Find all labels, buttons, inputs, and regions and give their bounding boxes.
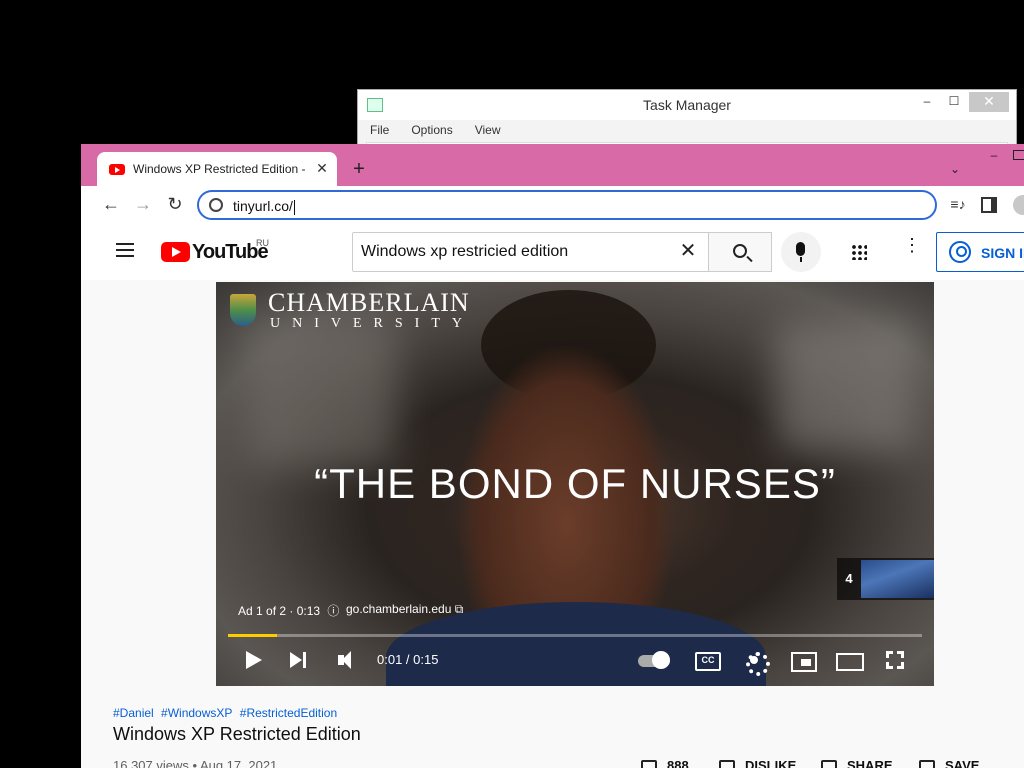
tab-title: Windows XP Restricted Edition - xyxy=(133,162,306,176)
menu-view[interactable]: View xyxy=(471,122,505,142)
menu-hamburger-icon[interactable] xyxy=(116,243,134,257)
window-maximize-button[interactable] xyxy=(1013,150,1024,160)
more-options-icon[interactable]: ⋮ xyxy=(903,236,921,262)
tab-close-icon[interactable]: ✕ xyxy=(313,159,331,177)
new-tab-button[interactable]: + xyxy=(347,158,371,182)
university-shield-icon xyxy=(230,294,256,326)
skip-countdown: 4 xyxy=(845,571,853,586)
youtube-favicon-icon xyxy=(109,164,125,175)
volume-icon[interactable] xyxy=(336,648,358,672)
close-button[interactable]: ✕ xyxy=(969,92,1009,112)
forward-button[interactable]: → xyxy=(131,193,155,217)
miniplayer-icon[interactable] xyxy=(790,648,817,672)
microphone-icon xyxy=(796,242,805,262)
ad-info-icon[interactable]: ⓘ xyxy=(327,604,339,618)
video-meta: 16,307 views • Aug 17, 2021 xyxy=(113,758,278,768)
tab-strip: Windows XP Restricted Edition - ✕ + ⌄ – xyxy=(81,144,1024,186)
hashtag-link[interactable]: #Daniel xyxy=(113,706,154,720)
save-button[interactable]: SAVE xyxy=(919,758,979,768)
video-player[interactable]: CHAMBERLAIN UNIVERSITY “THE BOND OF NURS… xyxy=(216,282,934,686)
back-button[interactable]: ← xyxy=(99,193,123,217)
apps-grid-icon[interactable] xyxy=(851,244,867,260)
next-video-thumbnail xyxy=(861,560,934,598)
next-button[interactable] xyxy=(288,648,310,672)
youtube-header: YouTube RU Windows xp restricied edition… xyxy=(81,224,1024,280)
play-button[interactable] xyxy=(244,648,264,672)
share-button[interactable]: SHARE xyxy=(821,758,893,768)
menu-file[interactable]: File xyxy=(366,122,393,142)
hashtag-link[interactable]: #WindowsXP xyxy=(161,706,232,720)
clear-search-icon[interactable]: ✕ xyxy=(677,240,699,262)
tab-search-icon[interactable]: ⌄ xyxy=(945,162,965,178)
browser-window: Windows XP Restricted Edition - ✕ + ⌄ – … xyxy=(81,144,1024,768)
search-input[interactable]: Windows xp restricied edition ✕ xyxy=(352,232,709,272)
profile-avatar-icon[interactable] xyxy=(1013,195,1024,215)
youtube-logo-icon xyxy=(161,242,190,262)
ad-info: Ad 1 of 2 · 0:13 ⓘ xyxy=(238,602,343,619)
theater-mode-icon[interactable] xyxy=(836,648,864,672)
maximize-button[interactable]: ☐ xyxy=(945,92,963,112)
share-icon xyxy=(821,759,837,768)
fullscreen-icon[interactable] xyxy=(885,648,907,672)
desktop: Task Manager – ☐ ✕ File Options View Win… xyxy=(0,0,1024,768)
video-title: Windows XP Restricted Edition xyxy=(113,724,361,744)
autoplay-toggle[interactable] xyxy=(638,648,672,672)
task-manager-menubar: File Options View xyxy=(366,122,505,142)
hashtag-link[interactable]: #RestrictedEdition xyxy=(240,706,337,720)
media-control-icon[interactable]: ≡♪ xyxy=(949,196,967,214)
background-light xyxy=(776,322,916,452)
sign-in-button[interactable]: SIGN IN xyxy=(936,232,1024,272)
address-text[interactable]: tinyurl.co/ xyxy=(233,198,295,215)
ad-brand-name: CHAMBERLAIN xyxy=(268,288,470,317)
reload-button[interactable]: ↻ xyxy=(163,193,187,217)
thumb-up-icon xyxy=(641,759,657,768)
sign-in-label: SIGN IN xyxy=(981,245,1024,261)
search-value[interactable]: Windows xp restricied edition xyxy=(361,243,568,261)
progress-fill xyxy=(228,634,277,637)
ad-brand-subtitle: UNIVERSITY xyxy=(270,316,474,331)
dislike-button[interactable]: DISLIKE xyxy=(719,758,796,768)
country-code: RU xyxy=(256,238,269,248)
browser-toolbar: ← → ↻ tinyurl.co/ ≡♪ xyxy=(81,186,1024,224)
skip-ad-preview[interactable]: 4 xyxy=(837,558,934,600)
ad-label: Ad 1 of 2 · 0:13 xyxy=(238,604,321,618)
side-panel-icon[interactable] xyxy=(981,197,997,213)
window-minimize-button[interactable]: – xyxy=(987,149,1001,162)
site-info-icon[interactable] xyxy=(209,198,223,212)
time-display: 0:01 / 0:15 xyxy=(377,652,439,667)
search-button[interactable] xyxy=(708,232,772,272)
voice-search-button[interactable] xyxy=(781,232,821,272)
menu-options[interactable]: Options xyxy=(407,122,456,142)
captions-icon[interactable] xyxy=(695,648,721,672)
settings-gear-icon[interactable] xyxy=(742,648,770,676)
account-icon xyxy=(949,241,971,263)
thumb-down-icon xyxy=(719,759,735,768)
background-light xyxy=(246,317,396,467)
text-caret xyxy=(293,199,295,215)
youtube-page: YouTube RU Windows xp restricied edition… xyxy=(81,224,1024,768)
tab-youtube[interactable]: Windows XP Restricted Edition - ✕ xyxy=(97,152,337,186)
task-manager-titlebar[interactable]: Task Manager – ☐ ✕ xyxy=(358,90,1016,120)
like-button[interactable]: 888 xyxy=(641,758,689,768)
playlist-add-icon xyxy=(919,759,935,768)
ad-url-link[interactable]: go.chamberlain.edu ⧉ xyxy=(346,602,463,617)
address-bar[interactable]: tinyurl.co/ xyxy=(197,190,937,220)
hashtags: #Daniel #WindowsXP #RestrictedEdition xyxy=(113,706,341,720)
ad-quote: “THE BOND OF NURSES” xyxy=(314,460,836,507)
minimize-button[interactable]: – xyxy=(918,92,936,112)
search-icon xyxy=(733,244,747,258)
progress-bar[interactable] xyxy=(228,634,922,637)
